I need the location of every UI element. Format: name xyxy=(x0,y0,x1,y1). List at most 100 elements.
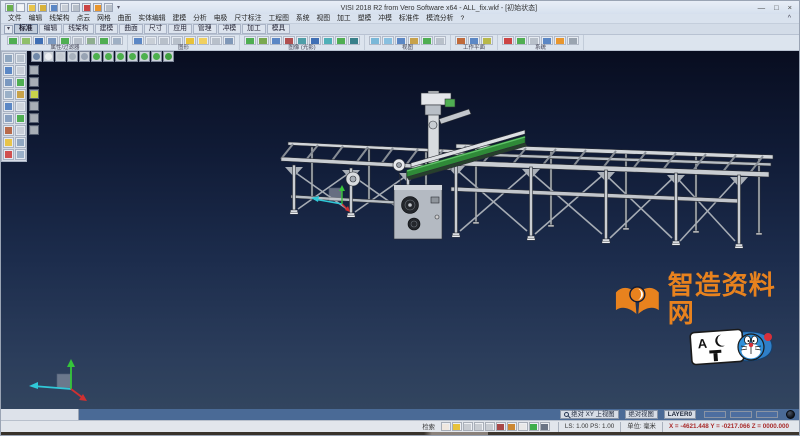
view-button[interactable] xyxy=(79,51,90,62)
ribbon-tab[interactable]: 应用 xyxy=(168,24,192,34)
ribbon-icon[interactable] xyxy=(528,36,540,45)
ribbon-icon[interactable] xyxy=(59,36,71,45)
view-button[interactable] xyxy=(163,51,174,62)
palette-tool-icon[interactable] xyxy=(15,65,26,76)
maximize-button[interactable]: □ xyxy=(774,4,779,12)
ribbon-icon[interactable] xyxy=(455,36,467,45)
view-reference-button[interactable]: 绝对视图 xyxy=(625,410,658,419)
color-swatch[interactable] xyxy=(704,411,726,418)
ribbon-icon[interactable] xyxy=(132,36,144,45)
quick-access-icon[interactable] xyxy=(93,3,102,12)
ribbon-icon[interactable] xyxy=(434,36,446,45)
quick-access-icon[interactable] xyxy=(16,3,25,12)
mode-button[interactable] xyxy=(29,101,39,111)
ribbon-icon[interactable] xyxy=(408,36,420,45)
palette-tool-icon[interactable] xyxy=(3,65,14,76)
palette-tool-icon[interactable] xyxy=(15,113,26,124)
snap-icon[interactable] xyxy=(518,422,528,431)
snap-icon[interactable] xyxy=(485,422,495,431)
ribbon-tab[interactable]: 建模 xyxy=(95,24,119,34)
ribbon-tab[interactable]: 加工 xyxy=(242,24,266,34)
menu-item[interactable]: 标准件 xyxy=(396,14,422,23)
tab-dropdown-icon[interactable]: ▾ xyxy=(4,25,13,34)
ribbon-icon[interactable] xyxy=(481,36,493,45)
ribbon-icon[interactable] xyxy=(296,36,308,45)
ribbon-icon[interactable] xyxy=(158,36,170,45)
active-layer-button[interactable]: LAYER0 xyxy=(664,410,696,419)
ribbon-icon[interactable] xyxy=(335,36,347,45)
view-button[interactable] xyxy=(115,51,126,62)
quick-access-icon[interactable] xyxy=(104,3,113,12)
ribbon-icon[interactable] xyxy=(72,36,84,45)
viewport-3d[interactable]: 智造资料网 A xyxy=(1,51,799,409)
ribbon-icon[interactable] xyxy=(369,36,381,45)
view-button[interactable] xyxy=(103,51,114,62)
ribbon-icon[interactable] xyxy=(46,36,58,45)
palette-tool-icon[interactable] xyxy=(15,77,26,88)
ribbon-icon[interactable] xyxy=(223,36,235,45)
ribbon-tab[interactable]: 标准 xyxy=(14,24,38,34)
ribbon-tab[interactable]: 冲模 xyxy=(218,24,242,34)
view-button[interactable] xyxy=(43,51,54,62)
quick-access-dropdown-icon[interactable]: ▾ xyxy=(117,4,120,11)
menu-item[interactable]: 电极 xyxy=(211,14,231,23)
ribbon-icon[interactable] xyxy=(210,36,222,45)
quick-access-icon[interactable] xyxy=(60,3,69,12)
snap-icon[interactable] xyxy=(452,422,462,431)
ribbon-icon[interactable] xyxy=(197,36,209,45)
palette-tool-icon[interactable] xyxy=(3,125,14,136)
mode-button[interactable] xyxy=(29,125,39,135)
mode-button[interactable] xyxy=(29,113,39,123)
minimize-button[interactable]: — xyxy=(758,4,766,12)
snap-icon[interactable] xyxy=(529,422,539,431)
close-button[interactable]: × xyxy=(788,4,792,12)
ribbon-icon[interactable] xyxy=(554,36,566,45)
palette-tool-icon[interactable] xyxy=(3,101,14,112)
menu-item[interactable]: 点云 xyxy=(74,14,94,23)
quick-access-icon[interactable] xyxy=(82,3,91,12)
view-button[interactable] xyxy=(67,51,78,62)
mode-button[interactable] xyxy=(29,65,39,75)
view-mode-button[interactable]: 绝对 XY 上视图 xyxy=(560,410,618,419)
ribbon-icon[interactable] xyxy=(567,36,579,45)
menu-item[interactable]: 网格 xyxy=(94,14,114,23)
palette-tool-icon[interactable] xyxy=(15,125,26,136)
view-button[interactable] xyxy=(127,51,138,62)
ribbon-icon[interactable] xyxy=(395,36,407,45)
snap-icon[interactable] xyxy=(474,422,484,431)
snap-icon[interactable] xyxy=(540,422,550,431)
palette-tool-icon[interactable] xyxy=(3,149,14,160)
menu-item[interactable]: ? xyxy=(457,14,467,23)
ribbon-collapse-icon[interactable]: ^ xyxy=(788,15,795,22)
ribbon-tab[interactable]: 编辑 xyxy=(39,24,63,34)
quick-access-icon[interactable] xyxy=(27,3,36,12)
snap-icon[interactable] xyxy=(463,422,473,431)
mode-button[interactable] xyxy=(29,77,39,87)
view-button[interactable] xyxy=(31,51,42,62)
ribbon-tab[interactable]: 模具 xyxy=(267,24,291,34)
snap-icon[interactable] xyxy=(507,422,517,431)
menu-item[interactable]: 文件 xyxy=(5,14,25,23)
palette-tool-icon[interactable] xyxy=(3,113,14,124)
ribbon-icon[interactable] xyxy=(244,36,256,45)
ribbon-icon[interactable] xyxy=(322,36,334,45)
mode-button[interactable] xyxy=(29,89,39,99)
menu-item[interactable]: 曲面 xyxy=(115,14,135,23)
view-button[interactable] xyxy=(139,51,150,62)
ribbon-icon[interactable] xyxy=(98,36,110,45)
snap-icon[interactable] xyxy=(441,422,451,431)
ribbon-tab[interactable]: 曲面 xyxy=(119,24,143,34)
menu-item[interactable]: 工程图 xyxy=(266,14,292,23)
ribbon-icon[interactable] xyxy=(309,36,321,45)
ribbon-icon[interactable] xyxy=(348,36,360,45)
palette-tool-icon[interactable] xyxy=(3,53,14,64)
palette-tool-icon[interactable] xyxy=(3,137,14,148)
view-button[interactable] xyxy=(91,51,102,62)
quick-access-icon[interactable] xyxy=(5,3,14,12)
quick-access-icon[interactable] xyxy=(71,3,80,12)
ribbon-icon[interactable] xyxy=(515,36,527,45)
ribbon-icon[interactable] xyxy=(270,36,282,45)
menu-item[interactable]: 模流分析 xyxy=(423,14,456,23)
ribbon-icon[interactable] xyxy=(85,36,97,45)
quick-access-icon[interactable] xyxy=(38,3,47,12)
